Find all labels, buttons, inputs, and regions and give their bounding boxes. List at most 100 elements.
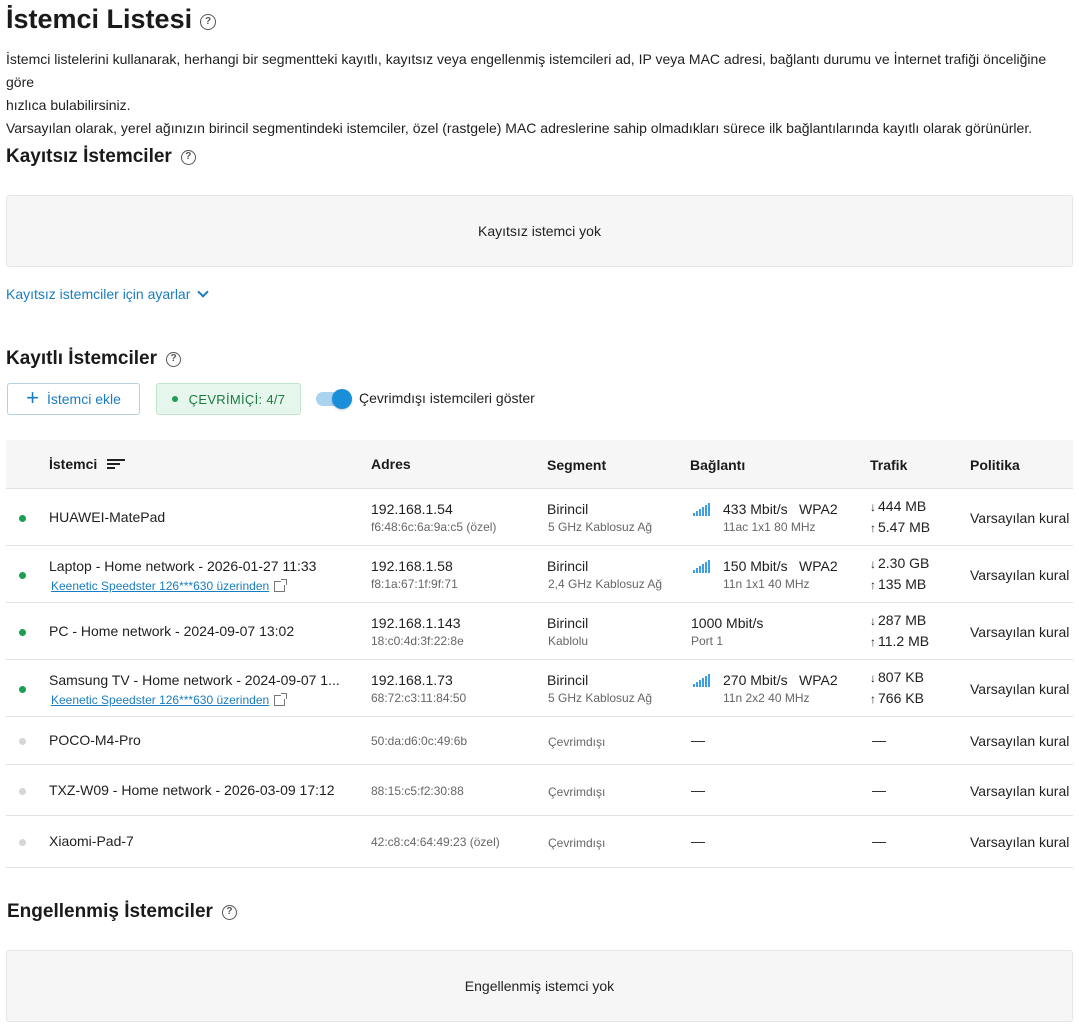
client-ip: 192.168.1.58 — [371, 558, 453, 574]
client-policy[interactable]: Varsayılan kural — [970, 733, 1069, 749]
external-link-icon — [274, 578, 288, 592]
wifi-signal-icon — [693, 674, 715, 687]
link-speed: — — [691, 781, 705, 798]
table-row[interactable]: PC - Home network - 2024-09-07 13:02 192.… — [6, 603, 1073, 660]
client-ip: 192.168.1.143 — [371, 615, 461, 631]
client-mac: 68:72:c3:11:84:50 — [371, 691, 467, 705]
traffic-up: ↑ 766 KB — [870, 690, 924, 706]
client-ip: 192.168.1.73 — [371, 672, 453, 688]
column-connection[interactable]: Bağlantı — [690, 457, 745, 473]
table-row[interactable]: Samsung TV - Home network - 2024-09-07 1… — [6, 660, 1073, 717]
help-icon[interactable]: ? — [180, 149, 196, 165]
link-details: 11n 2x2 40 MHz — [723, 691, 810, 705]
status-dot-icon — [19, 787, 26, 795]
client-name[interactable]: Xiaomi-Pad-7 — [49, 833, 134, 849]
client-mac: f6:48:6c:6a:9a:c5 (özel) — [371, 520, 497, 534]
traffic-up: ↑ 11.2 MB — [870, 633, 930, 649]
column-policy[interactable]: Politika — [970, 457, 1020, 473]
client-policy[interactable]: Varsayılan kural — [970, 624, 1069, 640]
column-traffic[interactable]: Trafik — [870, 457, 907, 473]
page-description: İstemci listelerini kullanarak, herhangi… — [6, 51, 1047, 136]
client-name[interactable]: HUAWEI-MatePad — [49, 509, 165, 525]
link-details: Port 1 — [691, 634, 724, 648]
client-segment: Birincil — [547, 558, 589, 574]
client-segment: Birincil — [547, 615, 589, 631]
sort-icon[interactable] — [107, 459, 125, 471]
client-mac: 88:15:c5:f2:30:88 — [371, 783, 464, 798]
status-dot-icon — [19, 514, 26, 522]
help-icon[interactable]: ? — [221, 904, 237, 920]
traffic-empty: — — [872, 781, 886, 798]
unregistered-empty: Kayıtsız istemci yok — [6, 195, 1073, 267]
link-speed: 270 Mbit/s — [723, 672, 788, 688]
status-dot-icon — [19, 738, 26, 745]
table-row[interactable]: HUAWEI-MatePad 192.168.1.54 f6:48:6c:6a:9a… — [6, 489, 1073, 546]
column-address[interactable]: Adres — [371, 456, 411, 472]
arrow-up-icon: ↑ — [870, 521, 876, 535]
client-segment-type: 5 GHz Kablosuz Ağ — [548, 691, 653, 705]
traffic-down: ↓ 807 KB — [870, 669, 924, 685]
client-policy[interactable]: Varsayılan kural — [970, 567, 1069, 583]
status-dot-icon — [19, 839, 26, 846]
link-security: WPA2 — [799, 501, 838, 517]
table-row[interactable]: POCO-M4-Pro 50:da:d6:0c:49:6b Çevrimdışı — —… — [6, 717, 1073, 765]
show-offline-toggle[interactable] — [316, 389, 354, 409]
column-segment[interactable]: Segment — [547, 457, 606, 473]
client-ip: 192.168.1.54 — [371, 501, 453, 517]
link-security: WPA2 — [799, 558, 838, 574]
external-link-icon — [274, 692, 288, 706]
link-speed: 1000 Mbit/s — [691, 615, 764, 631]
client-policy[interactable]: Varsayılan kural — [970, 681, 1069, 697]
client-policy[interactable]: Varsayılan kural — [970, 510, 1069, 526]
link-details: 11ac 1x1 80 MHz — [723, 520, 816, 534]
client-mac: 50:da:d6:0c:49:6b — [371, 734, 468, 748]
client-name[interactable]: TXZ-W09 - Home network - 2026-03-09 17:1… — [49, 782, 335, 798]
help-icon[interactable]: ? — [166, 351, 182, 367]
column-client[interactable]: İstemci — [49, 456, 97, 472]
arrow-up-icon: ↑ — [870, 578, 876, 592]
link-speed: — — [691, 833, 705, 849]
table-row[interactable]: Xiaomi-Pad-7 42:c8:c4:64:49:23 (özel) Çevr… — [6, 816, 1073, 868]
wifi-signal-icon — [693, 503, 715, 516]
help-icon[interactable]: ? — [200, 13, 217, 30]
traffic-up: ↑ 135 MB — [870, 576, 927, 592]
arrow-down-icon: ↓ — [870, 557, 876, 571]
page-title: İstemci Listesi ? — [6, 4, 217, 35]
unregistered-settings-link[interactable]: Kayıtsız istemciler için ayarlar — [6, 286, 210, 302]
clients-table-header: İstemci Adres Segment Bağlantı Trafik Po… — [6, 440, 1073, 489]
table-row[interactable]: Laptop - Home network - 2026-01-27 11:33… — [6, 546, 1073, 603]
client-policy[interactable]: Varsayılan kural — [970, 783, 1069, 799]
add-client-button[interactable]: + İstemci ekle — [7, 383, 140, 415]
traffic-down: ↓ 287 MB — [870, 612, 927, 628]
unregistered-title: Kayıtsız İstemciler ? — [6, 146, 196, 168]
client-name[interactable]: POCO-M4-Pro — [49, 732, 141, 748]
client-segment: Birincil — [547, 501, 589, 517]
via-link[interactable]: Keenetic Speedster 126***630 üzerinden — [51, 692, 288, 707]
online-dot-icon — [171, 396, 178, 402]
client-mac: 42:c8:c4:64:49:23 (özel) — [371, 835, 500, 849]
status-dot-icon — [19, 571, 26, 579]
client-segment: Birincil — [547, 672, 589, 688]
client-name[interactable]: Samsung TV - Home network - 2024-09-07 1… — [49, 672, 340, 688]
link-speed: 433 Mbit/s — [723, 501, 788, 517]
client-policy[interactable]: Varsayılan kural — [970, 834, 1069, 850]
show-offline-label: Çevrimdışı istemcileri göster — [359, 390, 535, 406]
client-name[interactable]: Laptop - Home network - 2026-01-27 11:33 — [49, 558, 316, 574]
via-link[interactable]: Keenetic Speedster 126***630 üzerinden — [51, 578, 288, 593]
traffic-empty: — — [872, 833, 886, 849]
chevron-down-icon — [197, 286, 210, 298]
plus-icon: + — [26, 385, 39, 410]
online-badge: ÇEVRİMİÇİ: 4/7 — [156, 383, 301, 415]
table-row[interactable]: TXZ-W09 - Home network - 2026-03-09 17:1… — [6, 765, 1073, 816]
blocked-title: Engellenmiş İstemciler ? — [7, 901, 237, 923]
client-segment-type: Çevrimdışı — [548, 836, 606, 850]
client-name[interactable]: PC - Home network - 2024-09-07 13:02 — [49, 623, 294, 639]
status-dot-icon — [19, 685, 26, 693]
client-segment-type: Kablolu — [548, 634, 589, 648]
client-segment-type: 5 GHz Kablosuz Ağ — [548, 520, 653, 534]
arrow-up-icon: ↑ — [870, 692, 876, 706]
client-mac: 18:c0:4d:3f:22:8e — [371, 634, 464, 648]
arrow-up-icon: ↑ — [870, 635, 876, 649]
link-security: WPA2 — [799, 672, 838, 688]
link-details: 11n 1x1 40 MHz — [723, 577, 810, 591]
